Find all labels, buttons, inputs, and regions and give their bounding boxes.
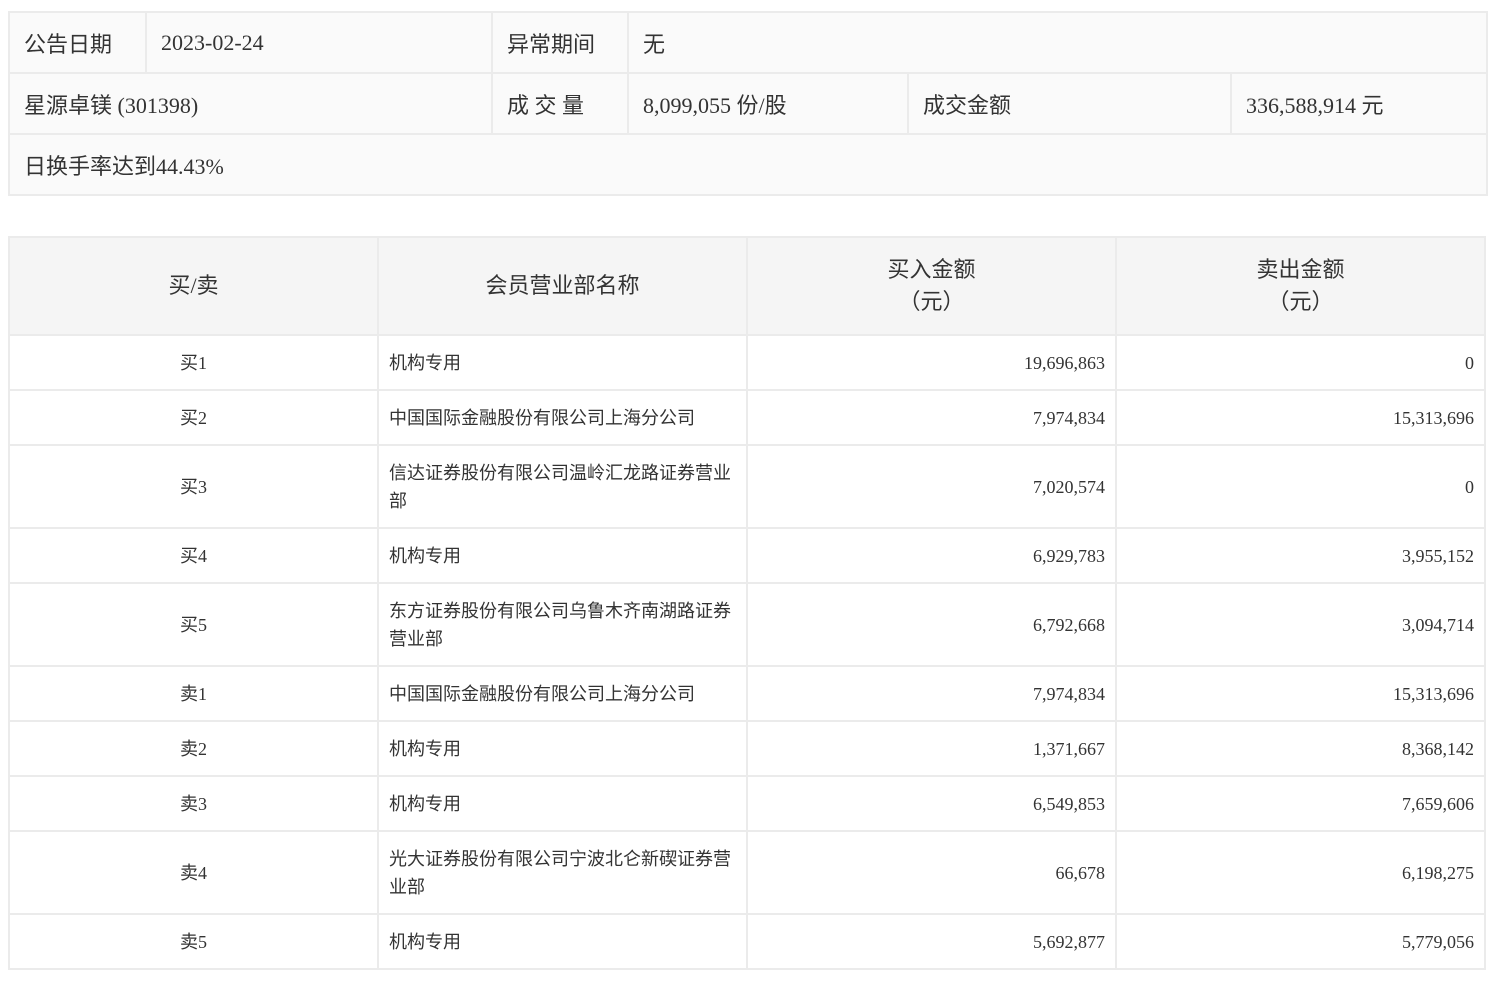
header-sell-unit: （元） [1267, 289, 1334, 314]
row-sell-amount: 0 [1115, 444, 1486, 529]
row-side: 买4 [8, 527, 379, 584]
row-sell-amount: 7,659,606 [1115, 775, 1486, 832]
row-side: 买3 [8, 444, 379, 529]
row-buy-amount: 6,792,668 [746, 582, 1117, 667]
row-sell-amount: 15,313,696 [1115, 389, 1486, 446]
announcement-info-table: 公告日期 2023-02-24 异常期间 无 星源卓镁 (301398) 成 交… [7, 11, 1489, 196]
date-value: 2023-02-24 [145, 11, 493, 74]
row-name: 东方证券股份有限公司乌鲁木齐南湖路证券营业部 [377, 582, 748, 667]
volume-value: 8,099,055 份/股 [627, 72, 909, 135]
row-side: 卖2 [8, 720, 379, 777]
table-row: 卖5 机构专用 5,692,877 5,779,056 [8, 913, 1486, 970]
row-name: 中国国际金融股份有限公司上海分公司 [377, 665, 748, 722]
info-row-reason: 日换手率达到44.43% [7, 133, 1489, 196]
row-sell-amount: 0 [1115, 334, 1486, 391]
row-buy-amount: 5,692,877 [746, 913, 1117, 970]
row-name: 中国国际金融股份有限公司上海分公司 [377, 389, 748, 446]
row-side: 买1 [8, 334, 379, 391]
table-row: 卖3 机构专用 6,549,853 7,659,606 [8, 775, 1486, 832]
table-row: 买5 东方证券股份有限公司乌鲁木齐南湖路证券营业部 6,792,668 3,094,7… [8, 582, 1486, 667]
date-label: 公告日期 [8, 11, 147, 74]
table-row: 买1 机构专用 19,696,863 0 [8, 334, 1486, 391]
row-sell-amount: 15,313,696 [1115, 665, 1486, 722]
row-name: 机构专用 [377, 527, 748, 584]
row-side: 买5 [8, 582, 379, 667]
row-buy-amount: 6,549,853 [746, 775, 1117, 832]
header-buy: 买入金额 （元） [746, 236, 1117, 336]
period-label: 异常期间 [491, 11, 629, 74]
row-side: 卖1 [8, 665, 379, 722]
info-row-date: 公告日期 2023-02-24 异常期间 无 [8, 11, 1489, 74]
amount-label: 成交金额 [907, 72, 1232, 135]
row-side: 卖4 [8, 830, 379, 915]
row-side: 卖3 [8, 775, 379, 832]
row-buy-amount: 7,974,834 [746, 665, 1117, 722]
row-name: 信达证券股份有限公司温岭汇龙路证券营业部 [377, 444, 748, 529]
trading-seats-table: 买/卖 会员营业部名称 买入金额 （元） 卖出金额 （元） 买1 机构专用 19,696… [8, 236, 1486, 970]
row-side: 买2 [8, 389, 379, 446]
table-row: 卖4 光大证券股份有限公司宁波北仑新碶证券营业部 66,678 6,198,275 [8, 830, 1486, 915]
row-name: 光大证券股份有限公司宁波北仑新碶证券营业部 [377, 830, 748, 915]
row-sell-amount: 8,368,142 [1115, 720, 1486, 777]
row-sell-amount: 3,094,714 [1115, 582, 1486, 667]
info-row-trade: 星源卓镁 (301398) 成 交 量 8,099,055 份/股 成交金额 3… [8, 72, 1489, 135]
table-row: 买3 信达证券股份有限公司温岭汇龙路证券营业部 7,020,574 0 [8, 444, 1486, 529]
row-buy-amount: 6,929,783 [746, 527, 1117, 584]
row-buy-amount: 7,020,574 [746, 444, 1117, 529]
amount-value: 336,588,914 元 [1229, 72, 1489, 135]
row-name: 机构专用 [377, 334, 748, 391]
row-sell-amount: 3,955,152 [1115, 527, 1486, 584]
row-side: 卖5 [8, 913, 379, 970]
row-sell-amount: 6,198,275 [1115, 830, 1486, 915]
stock-name: 星源卓镁 (301398) [8, 72, 493, 135]
header-buy-label: 买入金额 [887, 257, 976, 282]
volume-label: 成 交 量 [491, 72, 629, 135]
row-buy-amount: 1,371,667 [746, 720, 1117, 777]
row-sell-amount: 5,779,056 [1115, 913, 1486, 970]
header-name: 会员营业部名称 [377, 236, 748, 336]
row-buy-amount: 19,696,863 [746, 334, 1117, 391]
table-row: 买4 机构专用 6,929,783 3,955,152 [8, 527, 1486, 584]
header-sell-label: 卖出金额 [1256, 257, 1345, 282]
table-row: 买2 中国国际金融股份有限公司上海分公司 7,974,834 15,313,696 [8, 389, 1486, 446]
header-buy-unit: （元） [898, 289, 965, 314]
table-header: 买/卖 会员营业部名称 买入金额 （元） 卖出金额 （元） [8, 236, 1486, 336]
period-value: 无 [626, 11, 1489, 74]
row-name: 机构专用 [377, 775, 748, 832]
reason: 日换手率达到44.43% [7, 133, 1489, 196]
row-name: 机构专用 [377, 913, 748, 970]
row-buy-amount: 7,974,834 [746, 389, 1117, 446]
header-sell: 卖出金额 （元） [1115, 236, 1486, 336]
row-buy-amount: 66,678 [746, 830, 1117, 915]
header-side: 买/卖 [8, 236, 379, 336]
table-row: 卖2 机构专用 1,371,667 8,368,142 [8, 720, 1486, 777]
row-name: 机构专用 [377, 720, 748, 777]
table-row: 卖1 中国国际金融股份有限公司上海分公司 7,974,834 15,313,696 [8, 665, 1486, 722]
